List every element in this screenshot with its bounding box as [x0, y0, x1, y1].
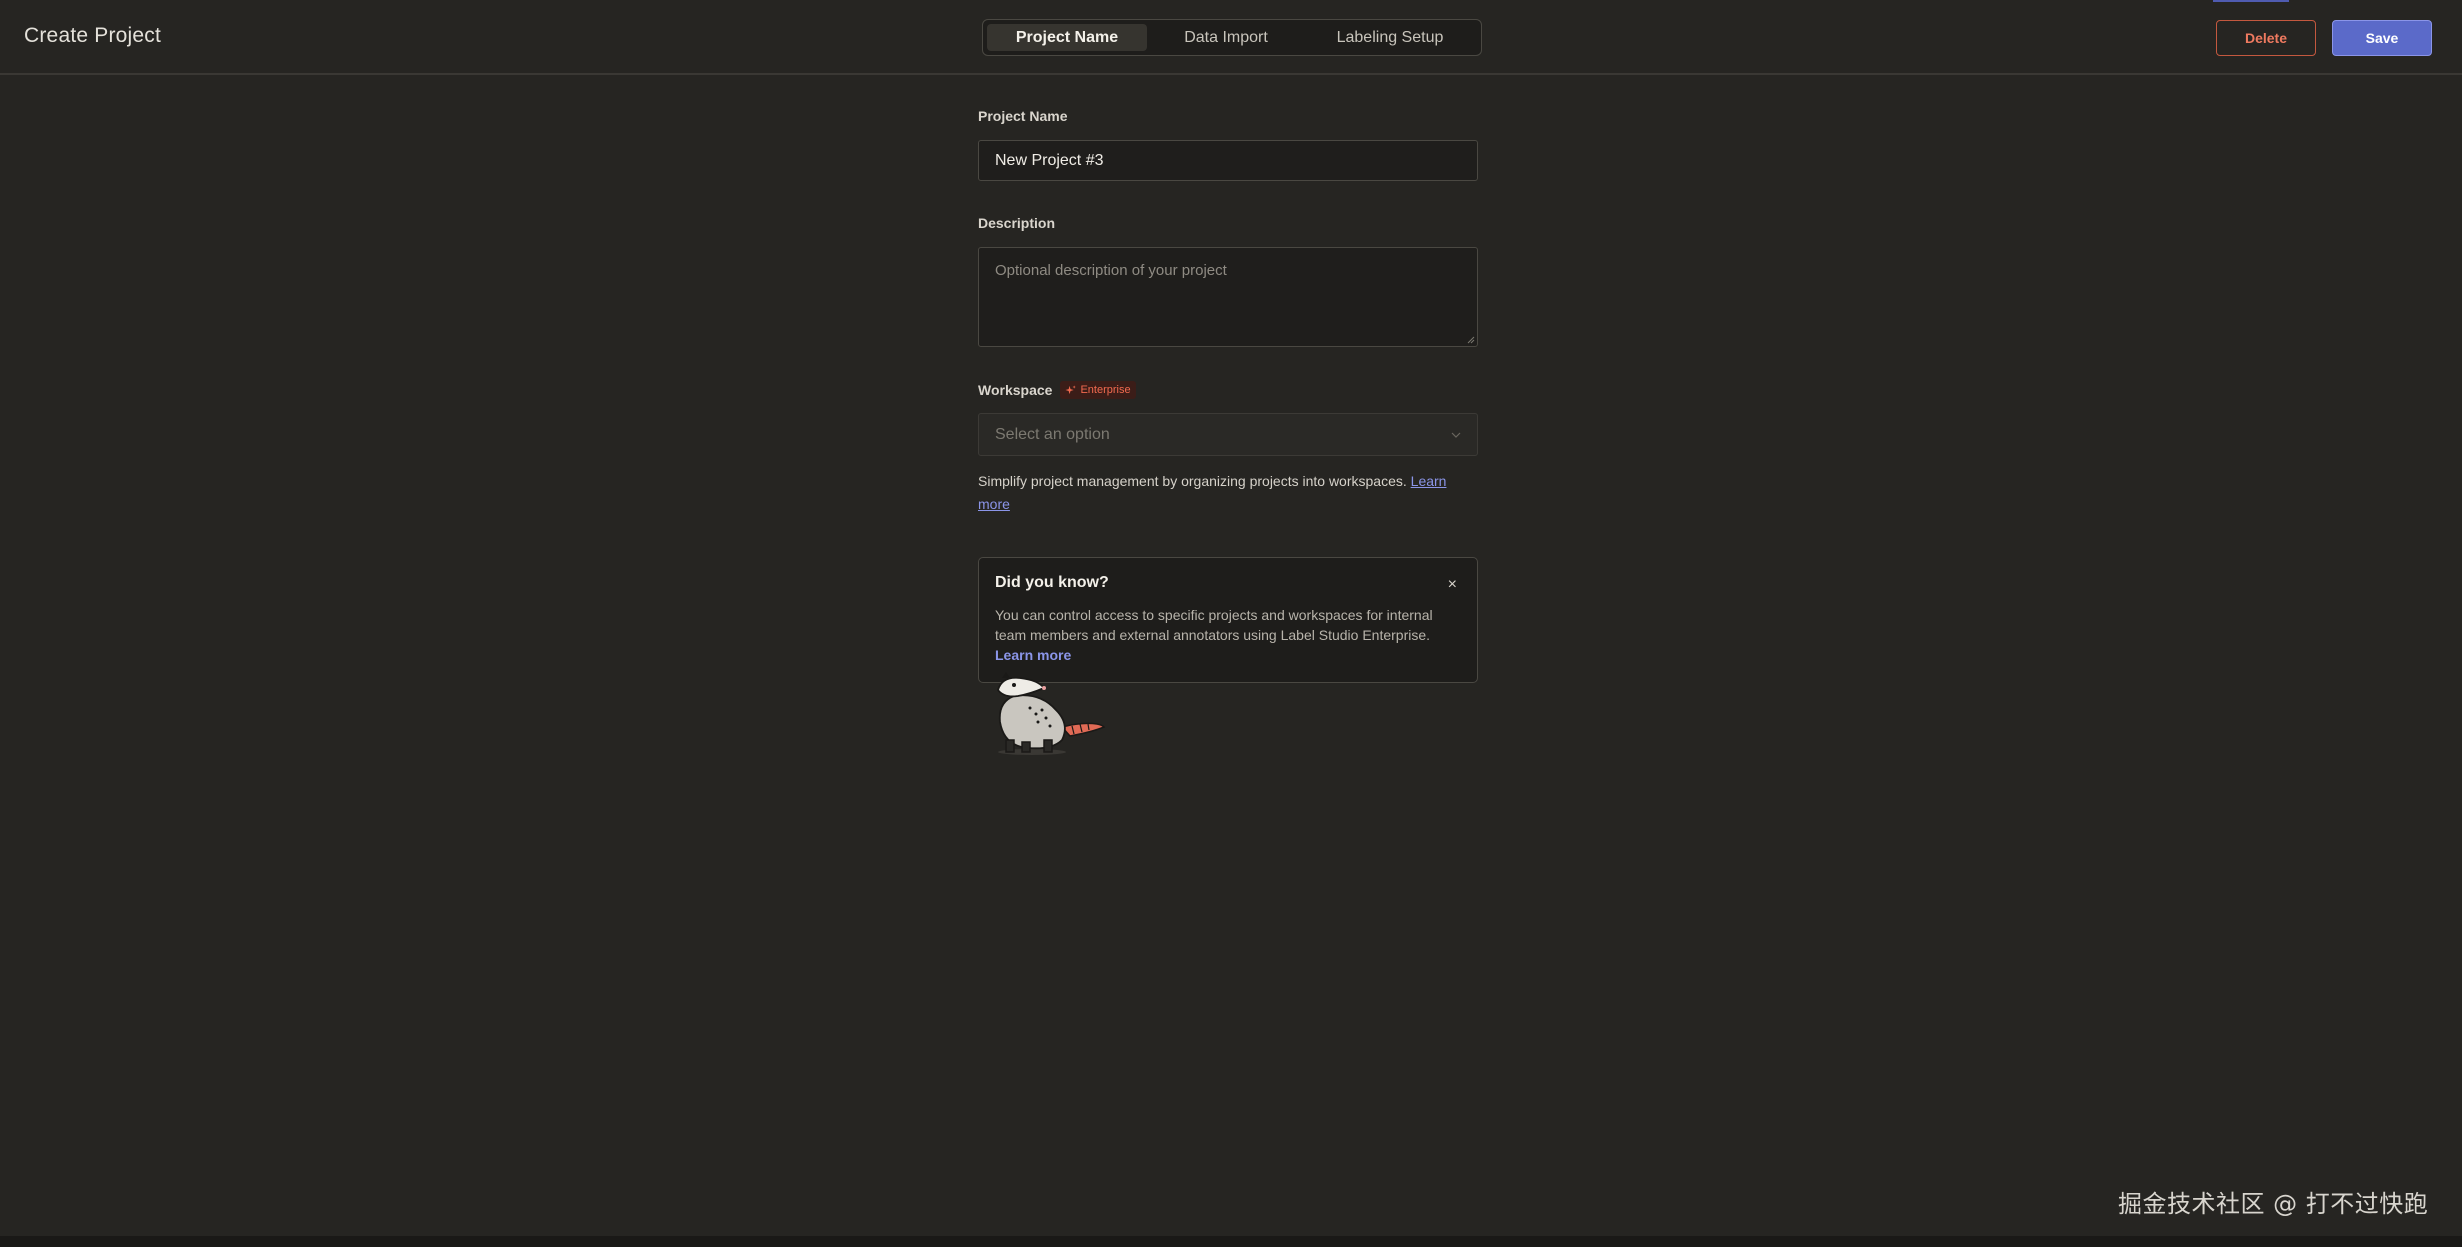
workspace-help-text: Simplify project management by organizin… — [978, 470, 1478, 516]
enterprise-badge-label: Enterprise — [1080, 384, 1131, 396]
opossum-mascot-icon — [997, 672, 1106, 755]
watermark: 掘金技术社区 @ 打不过快跑 — [2118, 1190, 2429, 1218]
step-tabs: Project Name Data Import Labeling Setup — [982, 19, 1482, 56]
delete-button[interactable]: Delete — [2216, 20, 2316, 56]
resize-handle-icon[interactable] — [1467, 336, 1475, 344]
workspace-help-body: Simplify project management by organizin… — [978, 473, 1407, 489]
create-project-page: Create Project Project Name Data Import … — [0, 0, 2462, 1247]
save-button[interactable]: Save — [2332, 20, 2432, 56]
did-you-know-card: Did you know? × You can control access t… — [978, 557, 1478, 683]
workspace-label: Workspace — [978, 382, 1053, 398]
tip-body-text: You can control access to specific proje… — [995, 607, 1433, 643]
close-icon[interactable]: × — [1448, 577, 1457, 593]
workspace-select-placeholder: Select an option — [995, 425, 1110, 443]
page-title: Create Project — [24, 24, 162, 47]
workspace-label-row: Workspace Enterprise — [978, 381, 1136, 399]
description-placeholder: Optional description of your project — [995, 262, 1227, 279]
tab-labeling-setup[interactable]: Labeling Setup — [1305, 24, 1475, 51]
chevron-down-icon — [1451, 432, 1461, 438]
description-label: Description — [978, 215, 1056, 231]
sparkle-icon — [1065, 384, 1077, 394]
tab-data-import[interactable]: Data Import — [1151, 24, 1301, 51]
enterprise-badge: Enterprise — [1060, 381, 1136, 399]
description-textarea[interactable]: Optional description of your project — [978, 247, 1478, 347]
tip-learn-more-link[interactable]: Learn more — [995, 647, 1071, 663]
project-name-label: Project Name — [978, 108, 1068, 124]
workspace-select[interactable]: Select an option — [978, 413, 1478, 456]
header: Create Project Project Name Data Import … — [0, 0, 2462, 75]
bottom-bar — [0, 1236, 2462, 1247]
tip-body: You can control access to specific proje… — [995, 605, 1465, 665]
tip-title: Did you know? — [995, 574, 1109, 591]
project-name-input[interactable]: New Project #3 — [978, 140, 1478, 181]
tab-project-name[interactable]: Project Name — [987, 24, 1147, 51]
